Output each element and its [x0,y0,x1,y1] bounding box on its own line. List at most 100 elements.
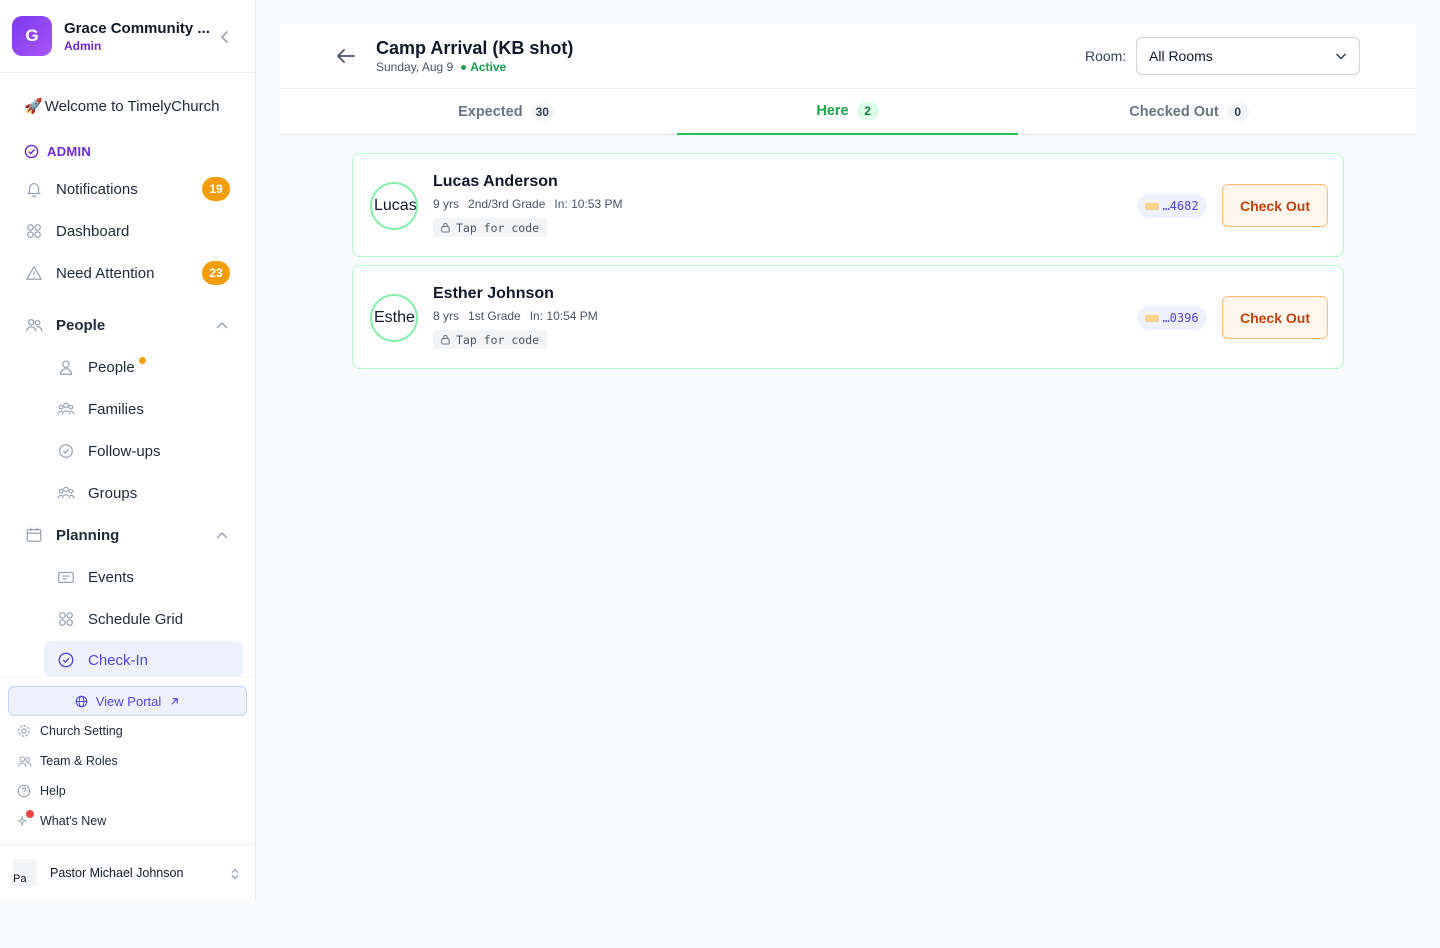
tag-number-badge: …0396 [1137,306,1207,330]
gear-icon [16,723,32,739]
sidebar-item-dashboard[interactable]: Dashboard [24,214,234,248]
new-indicator-dot [26,810,34,818]
sidebar-item-check-in[interactable]: Check-In [44,641,243,679]
team-roles-link[interactable]: Team & Roles [16,750,236,772]
sidebar-section-planning[interactable]: Planning [24,518,234,552]
status-tabs: Expected 30 Here 2 Checked Out 0 [280,88,1416,135]
child-age: 8 yrs [433,309,460,323]
sparkles-icon [16,810,34,829]
view-portal-button[interactable]: View Portal [8,686,247,716]
users-icon [16,753,32,769]
tab-here[interactable]: Here 2 [677,89,1018,135]
family-icon [56,399,76,419]
sidebar-item-follow-ups[interactable]: Follow-ups [56,432,242,470]
check-circle-icon [56,650,76,670]
avatar: Pa [13,859,37,887]
tab-count: 0 [1226,103,1249,121]
checkin-time: In: 10:54 PM [529,309,598,323]
check-out-button[interactable]: Check Out [1222,296,1328,339]
sidebar-item-label: Follow-ups [88,442,161,460]
sidebar-item-need-attention[interactable]: Need Attention 23 [24,256,234,290]
sidebar-item-label: Notifications [56,180,138,198]
tab-label: Here [816,103,849,119]
tag-icon [1145,202,1160,210]
sidebar-item-families[interactable]: Families [56,390,242,428]
grid-icon [56,609,76,629]
child-grade: 2nd/3rd Grade [468,197,546,211]
admin-section-label: ADMIN [24,144,91,159]
sidebar-item-label: People [88,358,135,376]
tab-checked-out[interactable]: Checked Out 0 [1019,89,1359,135]
welcome-label: Welcome to TimelyChurch [44,97,220,115]
sidebar-section-people[interactable]: People [24,308,234,342]
users-icon [24,315,44,335]
sidebar-item-groups[interactable]: Groups [56,474,242,512]
whats-new-label: What's New [40,814,107,828]
sidebar-section-label: People [56,316,106,334]
whats-new-link[interactable]: What's New [16,810,236,832]
status-dot [461,64,467,70]
child-card: Lucas Lucas Anderson 9 yrs 2nd/3rd Grade… [352,153,1344,257]
reveal-code-button[interactable]: Tap for code [433,218,548,237]
chevron-up-icon[interactable] [214,527,230,543]
welcome-link[interactable]: 🚀 Welcome to TimelyChurch [24,97,220,116]
sidebar-item-label: Groups [88,484,138,502]
sidebar-item-schedule-grid[interactable]: Schedule Grid [56,600,242,638]
tab-count: 30 [530,103,554,121]
warning-icon [24,263,44,283]
sidebar-item-label: Dashboard [56,222,130,240]
status-badge: Active [470,60,507,74]
calendar-icon [24,525,44,545]
child-meta: 9 yrs 2nd/3rd Grade In: 10:53 PM [433,197,622,211]
room-label: Room: [1085,48,1127,64]
org-header[interactable]: G Grace Community ... Admin [0,0,255,73]
child-meta: 8 yrs 1st Grade In: 10:54 PM [433,309,598,323]
church-setting-link[interactable]: Church Setting [16,720,236,742]
tag-number: …0396 [1162,311,1199,325]
chevron-up-icon[interactable] [214,317,230,333]
reveal-code-button[interactable]: Tap for code [433,330,548,349]
child-grade: 1st Grade [468,309,521,323]
tag-number-badge: …4682 [1137,194,1207,218]
sidebar: G Grace Community ... Admin 🚀 Welcome to… [0,0,256,900]
code-label: Tap for code [456,220,540,235]
room-select[interactable]: All Rooms [1136,37,1360,75]
user-name: Pastor Michael Johnson [50,866,184,880]
sidebar-item-notifications[interactable]: Notifications 19 [24,172,234,206]
team-roles-label: Team & Roles [40,754,118,768]
help-label: Help [40,784,66,798]
check-out-button[interactable]: Check Out [1222,184,1328,227]
notifications-count-badge: 19 [202,177,230,201]
avatar: Lucas [370,182,418,230]
back-arrow-icon[interactable] [334,46,358,66]
chevron-up-down-icon [231,867,239,885]
new-indicator-dot [138,356,146,364]
check-circle-icon [56,441,76,461]
avatar-alt-text: Lucas [374,197,417,214]
collapse-sidebar-icon[interactable] [216,28,234,46]
code-label: Tap for code [456,332,540,347]
sidebar-item-events[interactable]: Events [56,558,242,596]
globe-icon [75,695,88,707]
need-attention-count-badge: 23 [202,261,230,285]
group-icon [56,483,76,503]
help-circle-icon [16,783,32,799]
tag-icon [1145,314,1160,322]
external-link-icon [171,697,179,705]
tab-label: Checked Out [1129,104,1219,120]
church-setting-label: Church Setting [40,724,123,738]
sidebar-section-label: Planning [56,526,120,544]
sidebar-item-people[interactable]: People [56,348,242,386]
tag-number: …4682 [1162,199,1199,213]
help-link[interactable]: Help [16,780,236,802]
event-date: Sunday, Aug 9 [376,60,454,74]
avatar-alt-text: Esther [374,309,418,326]
sidebar-item-label: Events [88,568,134,586]
event-subtitle: Sunday, Aug 9 Active [376,60,506,74]
user-menu[interactable]: Pa Pastor Michael Johnson [0,844,255,901]
page-title: Camp Arrival (KB shot) [376,38,574,58]
org-logo: G [12,16,52,56]
tab-expected[interactable]: Expected 30 [336,89,676,135]
ticket-icon [56,567,76,587]
room-select-value: All Rooms [1149,48,1213,64]
